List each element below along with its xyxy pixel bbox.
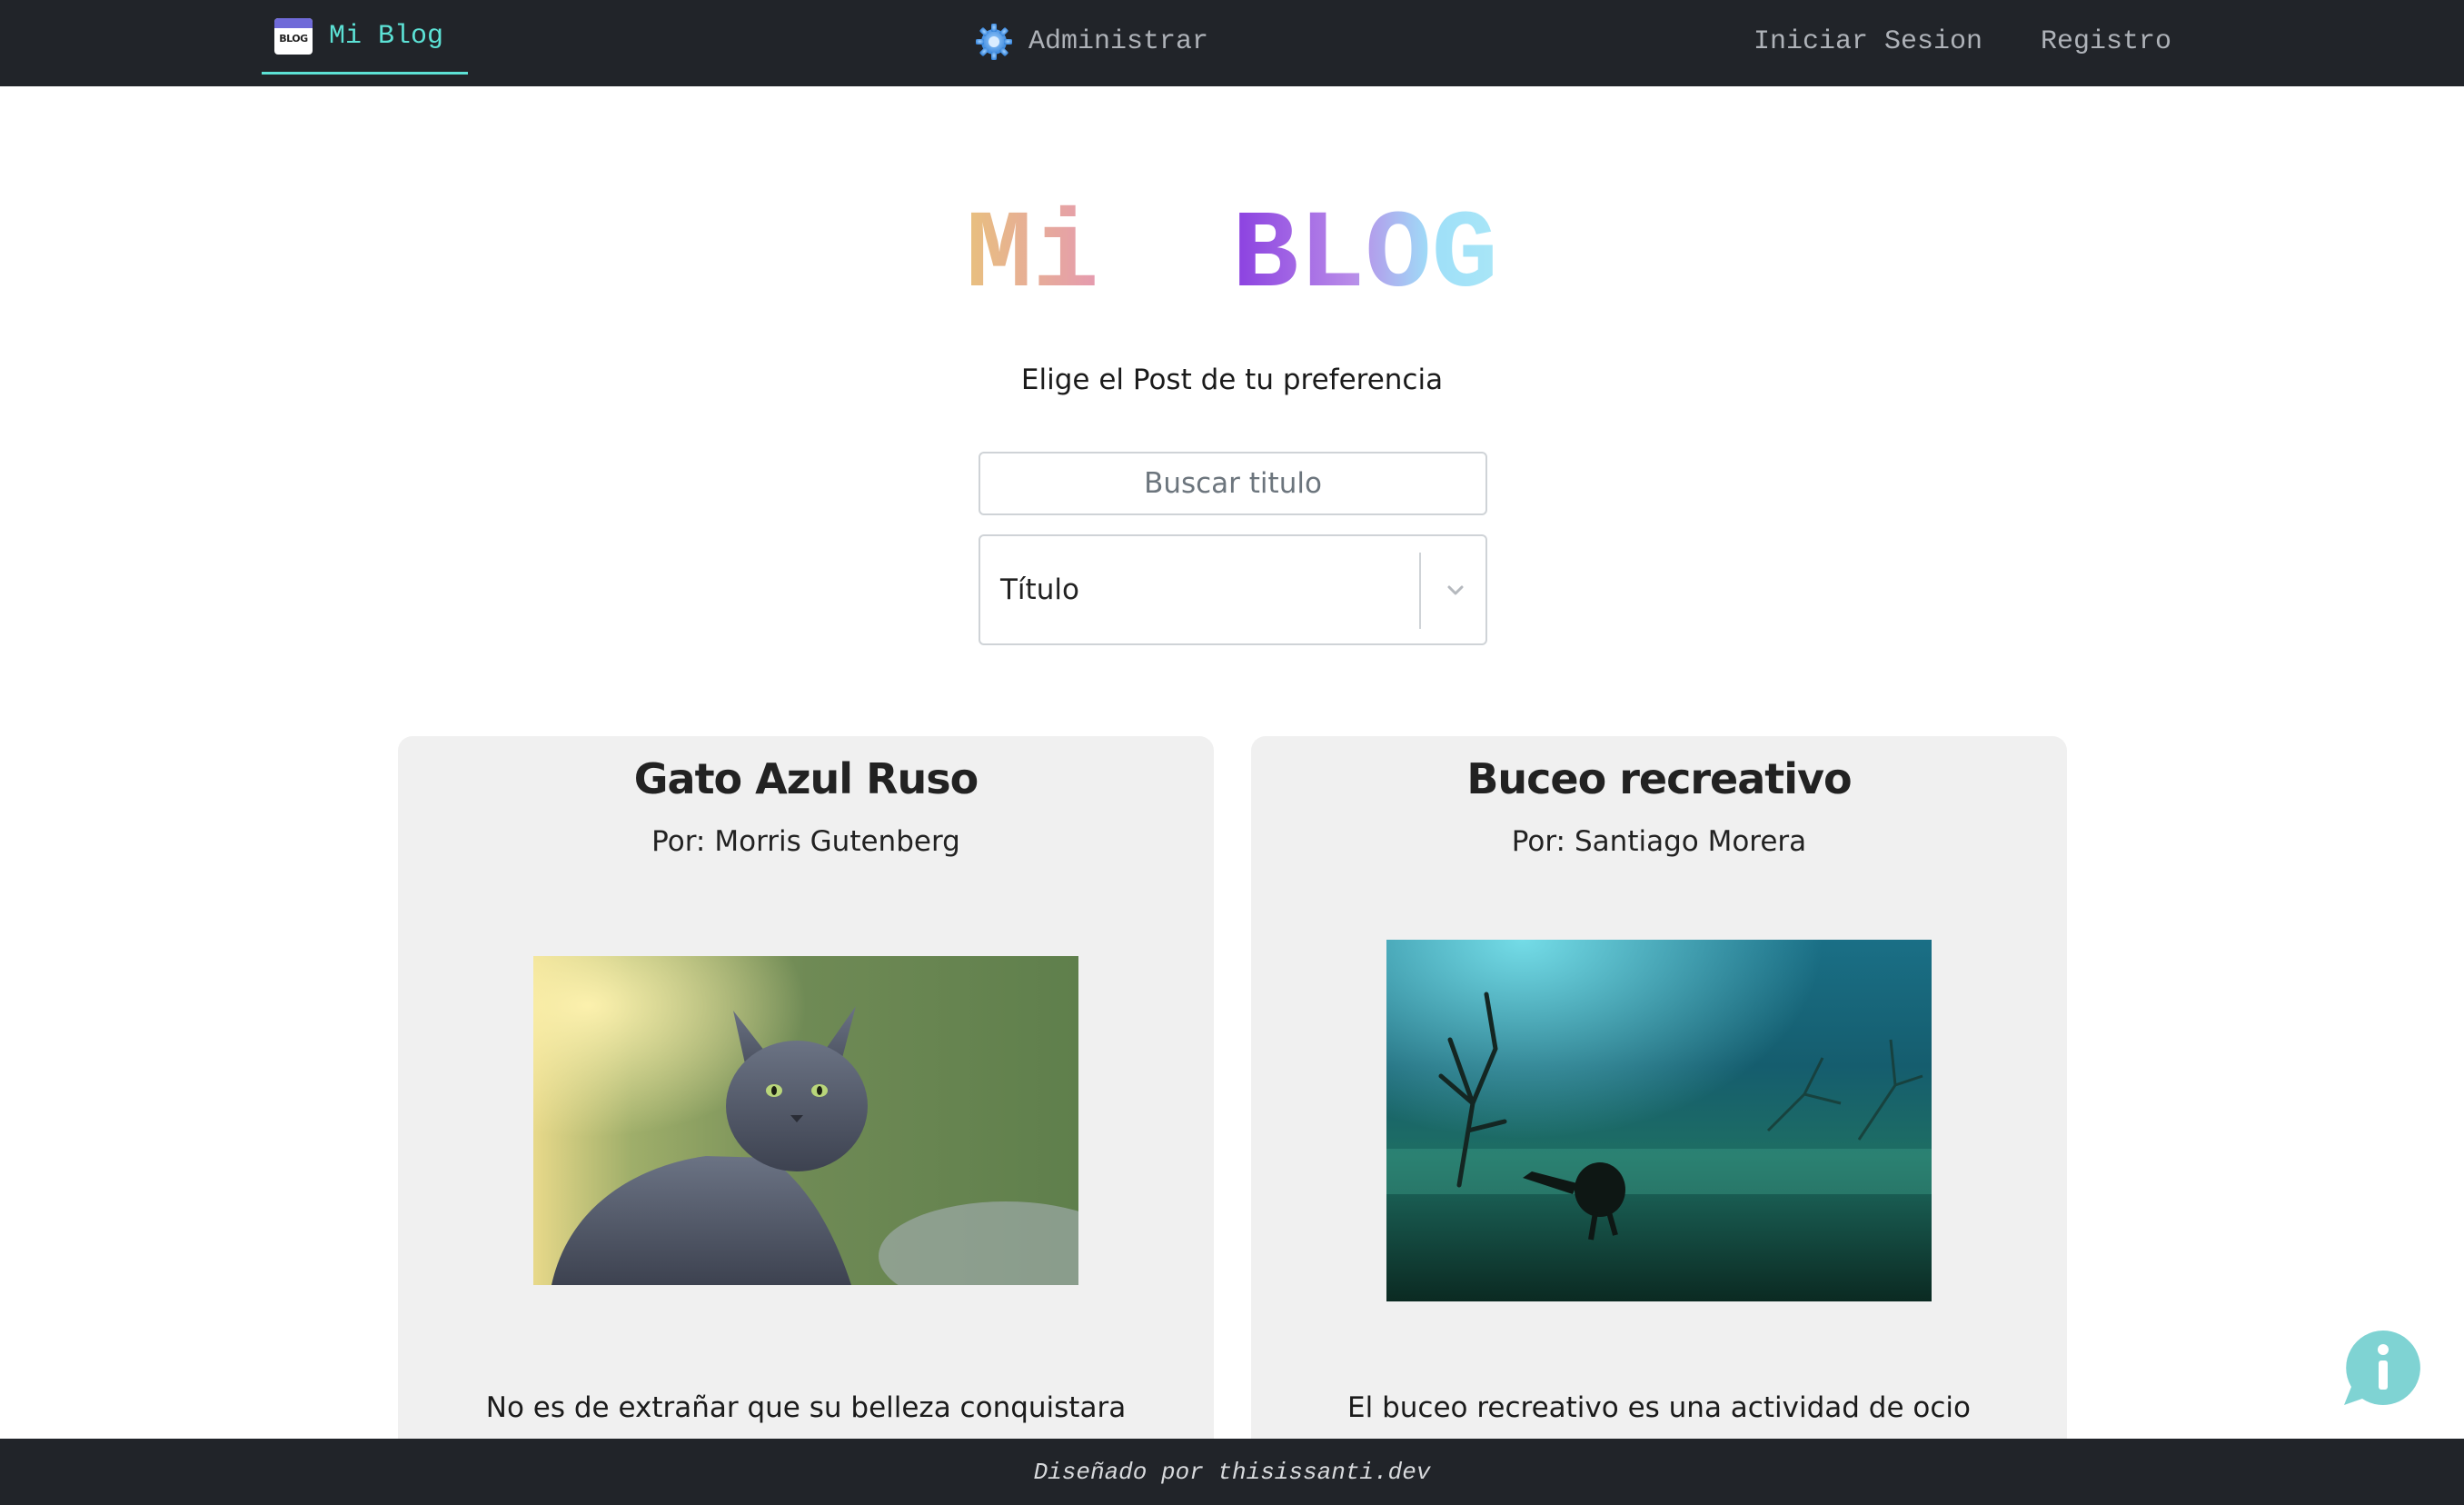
blog-logo-text: BLOG [279,32,308,45]
post-excerpt: El buceo recreativo es una actividad de … [1347,1391,1971,1424]
cat-photo-image [533,956,1078,1285]
blog-logo-icon: BLOG [274,17,313,55]
info-button[interactable] [2342,1327,2424,1409]
post-excerpt: No es de extrañar que su belleza conquis… [485,1391,1127,1424]
post-author-prefix: Por: [651,825,706,858]
post-title: Gato Azul Ruso [633,754,979,803]
post-title: Buceo recreativo [1466,754,1852,803]
login-link[interactable]: Iniciar Sesion [1754,20,1982,64]
gear-icon [976,24,1012,60]
register-link[interactable]: Registro [2041,20,2171,64]
admin-link[interactable]: Administrar [974,20,1208,64]
login-label: Iniciar Sesion [1754,26,1983,57]
search-input[interactable] [979,452,1487,515]
register-label: Registro [2041,26,2172,57]
info-chat-icon [2344,1331,2420,1405]
footer: Diseñado por thisissanti.dev [0,1439,2464,1505]
chevron-down-icon [1447,585,1464,595]
navbar: BLOG Mi Blog Administrar Iniciar Sesion … [0,0,2464,86]
admin-label: Administrar [1028,26,1209,57]
post-image [533,956,1078,1285]
brand-link[interactable]: BLOG Mi Blog [262,0,468,75]
select-divider [1419,553,1421,629]
post-author-prefix: Por: [1511,825,1565,858]
sort-select[interactable]: Título [979,534,1487,645]
page-title-word-1: Mi [966,193,1099,319]
post-author: Por: Morris Gutenberg [398,825,1214,858]
post-card[interactable]: Buceo recreativo Por: Santiago Morera El… [1251,736,2067,1505]
post-author: Por: Santiago Morera [1251,825,2067,858]
page-title-word-2: BLOG [1232,193,1498,319]
sort-select-value: Título [1000,573,1079,606]
brand-label: Mi Blog [329,20,444,52]
post-image [1386,940,1932,1301]
page-subtitle: Elige el Post de tu preferencia [1020,364,1444,396]
post-author-name: Santiago Morera [1575,825,1807,858]
post-author-name: Morris Gutenberg [714,825,960,858]
diver-photo-image [1386,940,1932,1301]
post-card[interactable]: Gato Azul Ruso Por: Morris Gutenberg No … [398,736,1214,1505]
footer-credit: Diseñado por thisissanti.dev [1033,1458,1431,1486]
page-title: Mi BLOG [0,193,2464,320]
